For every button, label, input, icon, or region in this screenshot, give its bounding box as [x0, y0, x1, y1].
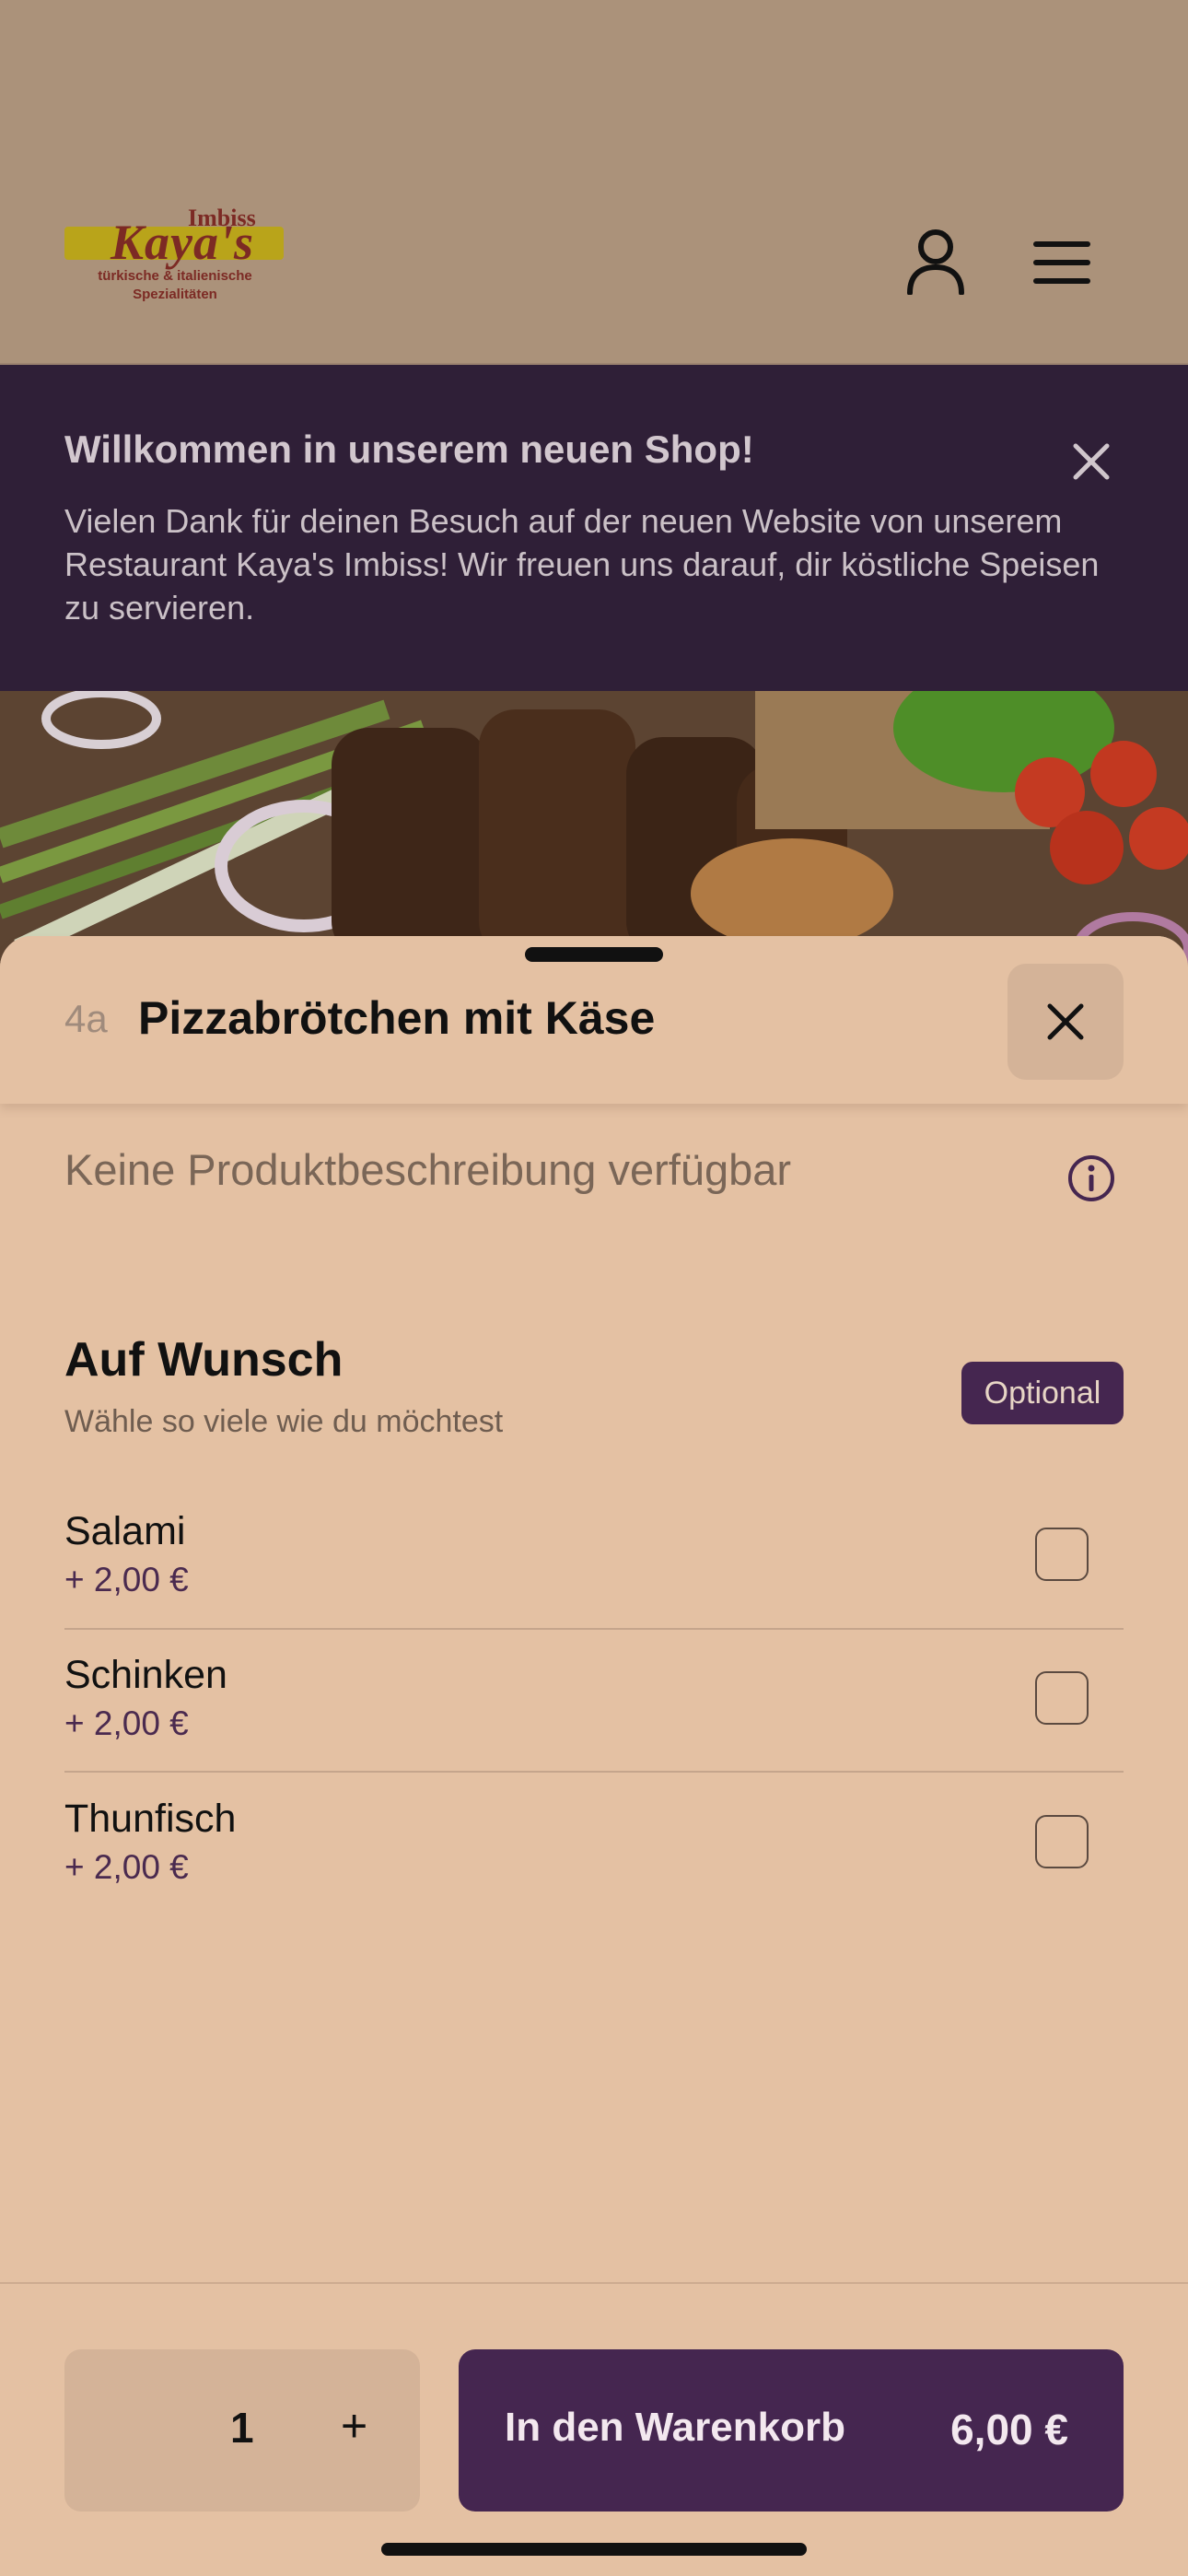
option-item-schinken[interactable]: Schinken + 2,00 €	[64, 1653, 1124, 1797]
cart-total: 6,00 €	[950, 2406, 1068, 2453]
option-item-salami[interactable]: Salami + 2,00 €	[64, 1509, 1124, 1653]
option-group-subtitle: Wähle so viele wie du möchtest	[64, 1404, 504, 1439]
option-checkbox[interactable]	[1035, 1671, 1089, 1725]
info-icon[interactable]	[1066, 1153, 1116, 1203]
add-to-cart-button[interactable]: In den Warenkorb 6,00 €	[459, 2349, 1124, 2512]
divider	[64, 1771, 1124, 1773]
logo-subtitle: türkische & italienische Spezialitäten	[63, 267, 287, 304]
menu-line	[1033, 260, 1090, 265]
logo-subtitle-line2: Spezialitäten	[133, 287, 217, 302]
option-price: + 2,00 €	[64, 1848, 189, 1886]
banner-text: Vielen Dank für deinen Besuch auf der ne…	[64, 502, 1100, 626]
option-name: Schinken	[64, 1653, 227, 1697]
kayas-imbiss-logo[interactable]: Imbiss Kaya's türkische & italienische S…	[63, 205, 287, 311]
divider	[64, 1628, 1124, 1630]
logo-brand: Kaya's	[111, 215, 255, 270]
option-group-title: Auf Wunsch	[64, 1333, 344, 1387]
add-to-cart-label: In den Warenkorb	[505, 2405, 845, 2450]
logo-subtitle-line1: türkische & italienische	[98, 268, 252, 284]
home-indicator	[381, 2543, 807, 2556]
site-header: Imbiss Kaya's türkische & italienische S…	[0, 0, 1188, 365]
option-name: Salami	[64, 1509, 186, 1553]
option-price: + 2,00 €	[64, 1704, 189, 1742]
product-description: Keine Produktbeschreibung verfügbar	[64, 1145, 792, 1194]
product-number: 4a	[64, 997, 108, 1040]
quantity-stepper: 1 +	[64, 2349, 420, 2512]
option-checkbox[interactable]	[1035, 1528, 1089, 1581]
close-icon	[1047, 1003, 1084, 1040]
user-icon[interactable]	[904, 228, 967, 296]
footer-divider	[0, 2282, 1188, 2284]
quantity-value: 1	[230, 2404, 254, 2452]
close-sheet-button[interactable]	[1007, 964, 1124, 1080]
menu-line	[1033, 278, 1090, 284]
menu-line	[1033, 241, 1090, 247]
optional-badge: Optional	[961, 1362, 1124, 1424]
option-item-thunfisch[interactable]: Thunfisch + 2,00 €	[64, 1797, 1124, 1940]
menu-icon[interactable]	[1033, 241, 1090, 284]
option-name: Thunfisch	[64, 1797, 237, 1841]
option-checkbox[interactable]	[1035, 1815, 1089, 1868]
option-price: + 2,00 €	[64, 1561, 189, 1598]
banner-close-icon[interactable]	[1068, 439, 1114, 485]
quantity-plus-button[interactable]: +	[341, 2399, 367, 2453]
hero-food-image	[0, 691, 1188, 967]
sheet-grabber[interactable]	[525, 947, 663, 962]
banner-title: Willkommen in unserem neuen Shop!	[64, 427, 754, 471]
product-title: Pizzabrötchen mit Käse	[138, 992, 656, 1044]
